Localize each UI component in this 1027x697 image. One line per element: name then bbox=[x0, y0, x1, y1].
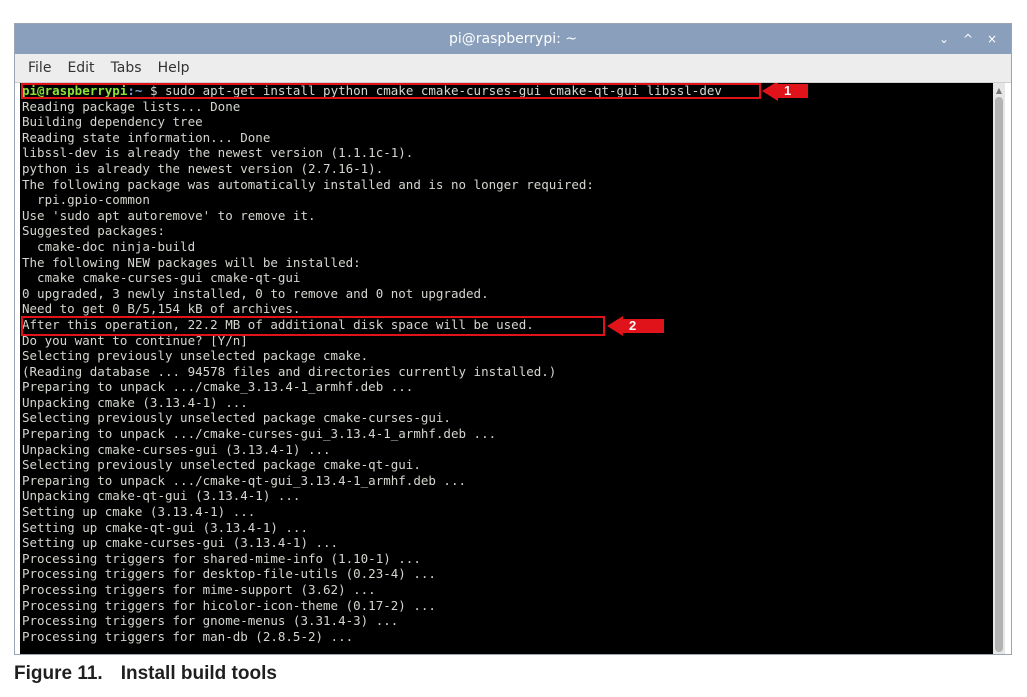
terminal-output[interactable]: pi@raspberrypi:~ $ sudo apt-get install … bbox=[20, 83, 993, 654]
terminal-output-line: Selecting previously unselected package … bbox=[22, 348, 369, 364]
terminal-output-line: Need to get 0 B/5,154 kB of archives. bbox=[22, 301, 301, 317]
figure-caption: Figure 11. Install build tools bbox=[14, 663, 277, 685]
terminal-output-line: Processing triggers for man-db (2.8.5-2)… bbox=[22, 628, 354, 644]
terminal-output-line: 0 upgraded, 3 newly installed, 0 to remo… bbox=[22, 285, 489, 301]
menu-edit[interactable]: Edit bbox=[64, 60, 97, 76]
scroll-up-icon[interactable]: ▲ bbox=[993, 85, 1005, 97]
minimize-icon[interactable]: ⌄ bbox=[933, 24, 955, 54]
window-controls: ⌄ ^ × bbox=[933, 24, 1003, 54]
terminal-output-line: Unpacking cmake (3.13.4-1) ... bbox=[22, 394, 248, 410]
terminal-output-line: Building dependency tree bbox=[22, 114, 203, 130]
terminal-output-line: Setting up cmake-qt-gui (3.13.4-1) ... bbox=[22, 519, 308, 535]
terminal-output-line: Processing triggers for shared-mime-info… bbox=[22, 550, 421, 566]
terminal-output-line: The following NEW packages will be insta… bbox=[22, 254, 361, 270]
terminal-window: pi@raspberrypi: ~ ⌄ ^ × File Edit Tabs H… bbox=[14, 23, 1012, 655]
terminal-output-line: Preparing to unpack .../cmake_3.13.4-1_a… bbox=[22, 379, 414, 395]
figure-title: Install build tools bbox=[120, 663, 277, 684]
terminal-output-line: Preparing to unpack .../cmake-qt-gui_3.1… bbox=[22, 472, 467, 488]
terminal-output-line: rpi.gpio-common bbox=[22, 192, 150, 208]
terminal-output-line: Unpacking cmake-curses-gui (3.13.4-1) ..… bbox=[22, 441, 331, 457]
terminal-output-line: Processing triggers for hicolor-icon-the… bbox=[22, 597, 436, 613]
highlight-box-continue-prompt bbox=[21, 316, 605, 336]
terminal-output-line: Reading state information... Done bbox=[22, 129, 271, 145]
terminal-output-line: Unpacking cmake-qt-gui (3.13.4-1) ... bbox=[22, 488, 301, 504]
terminal-output-line: (Reading database ... 94578 files and di… bbox=[22, 363, 557, 379]
terminal-output-line: The following package was automatically … bbox=[22, 176, 594, 192]
terminal-output-line: Processing triggers for desktop-file-uti… bbox=[22, 566, 436, 582]
maximize-icon[interactable]: ^ bbox=[957, 24, 979, 54]
terminal-output-line: Selecting previously unselected package … bbox=[22, 410, 451, 426]
terminal-output-line: Use 'sudo apt autoremove' to remove it. bbox=[22, 207, 316, 223]
menu-file[interactable]: File bbox=[25, 60, 54, 76]
menu-help[interactable]: Help bbox=[155, 60, 193, 76]
menu-tabs[interactable]: Tabs bbox=[108, 60, 145, 76]
highlight-box-command bbox=[21, 83, 761, 99]
terminal-output-line: Reading package lists... Done bbox=[22, 98, 241, 114]
title-bar: pi@raspberrypi: ~ ⌄ ^ × bbox=[15, 24, 1011, 54]
callout-label-1: 1 bbox=[776, 84, 808, 98]
terminal-output-line: Setting up cmake (3.13.4-1) ... bbox=[22, 504, 256, 520]
terminal-output-line: cmake-doc ninja-build bbox=[22, 238, 196, 254]
terminal-output-line: Processing triggers for gnome-menus (3.3… bbox=[22, 613, 399, 629]
terminal-output-line: Processing triggers for mime-support (3.… bbox=[22, 582, 376, 597]
terminal-output-line: cmake cmake-curses-gui cmake-qt-gui bbox=[22, 270, 301, 286]
terminal-output-line: Selecting previously unselected package … bbox=[22, 457, 421, 473]
terminal-output-line: Suggested packages: bbox=[22, 223, 165, 239]
callout-label-2: 2 bbox=[621, 319, 664, 333]
terminal-output-line: libssl-dev is already the newest version… bbox=[22, 145, 414, 161]
terminal-output-line: Preparing to unpack .../cmake-curses-gui… bbox=[22, 426, 497, 442]
menu-bar: File Edit Tabs Help bbox=[15, 54, 1011, 83]
terminal-output-line: python is already the newest version (2.… bbox=[22, 160, 384, 176]
scrollbar-thumb[interactable] bbox=[995, 97, 1003, 652]
close-icon[interactable]: × bbox=[981, 24, 1003, 54]
vertical-scrollbar[interactable]: ▲ bbox=[993, 83, 1005, 654]
terminal-lines: pi@raspberrypi:~ $ sudo apt-get install … bbox=[22, 83, 722, 644]
terminal-output-line: Setting up cmake-curses-gui (3.13.4-1) .… bbox=[22, 535, 339, 551]
figure-number: Figure 11. bbox=[14, 663, 103, 684]
window-title: pi@raspberrypi: ~ bbox=[448, 31, 578, 47]
